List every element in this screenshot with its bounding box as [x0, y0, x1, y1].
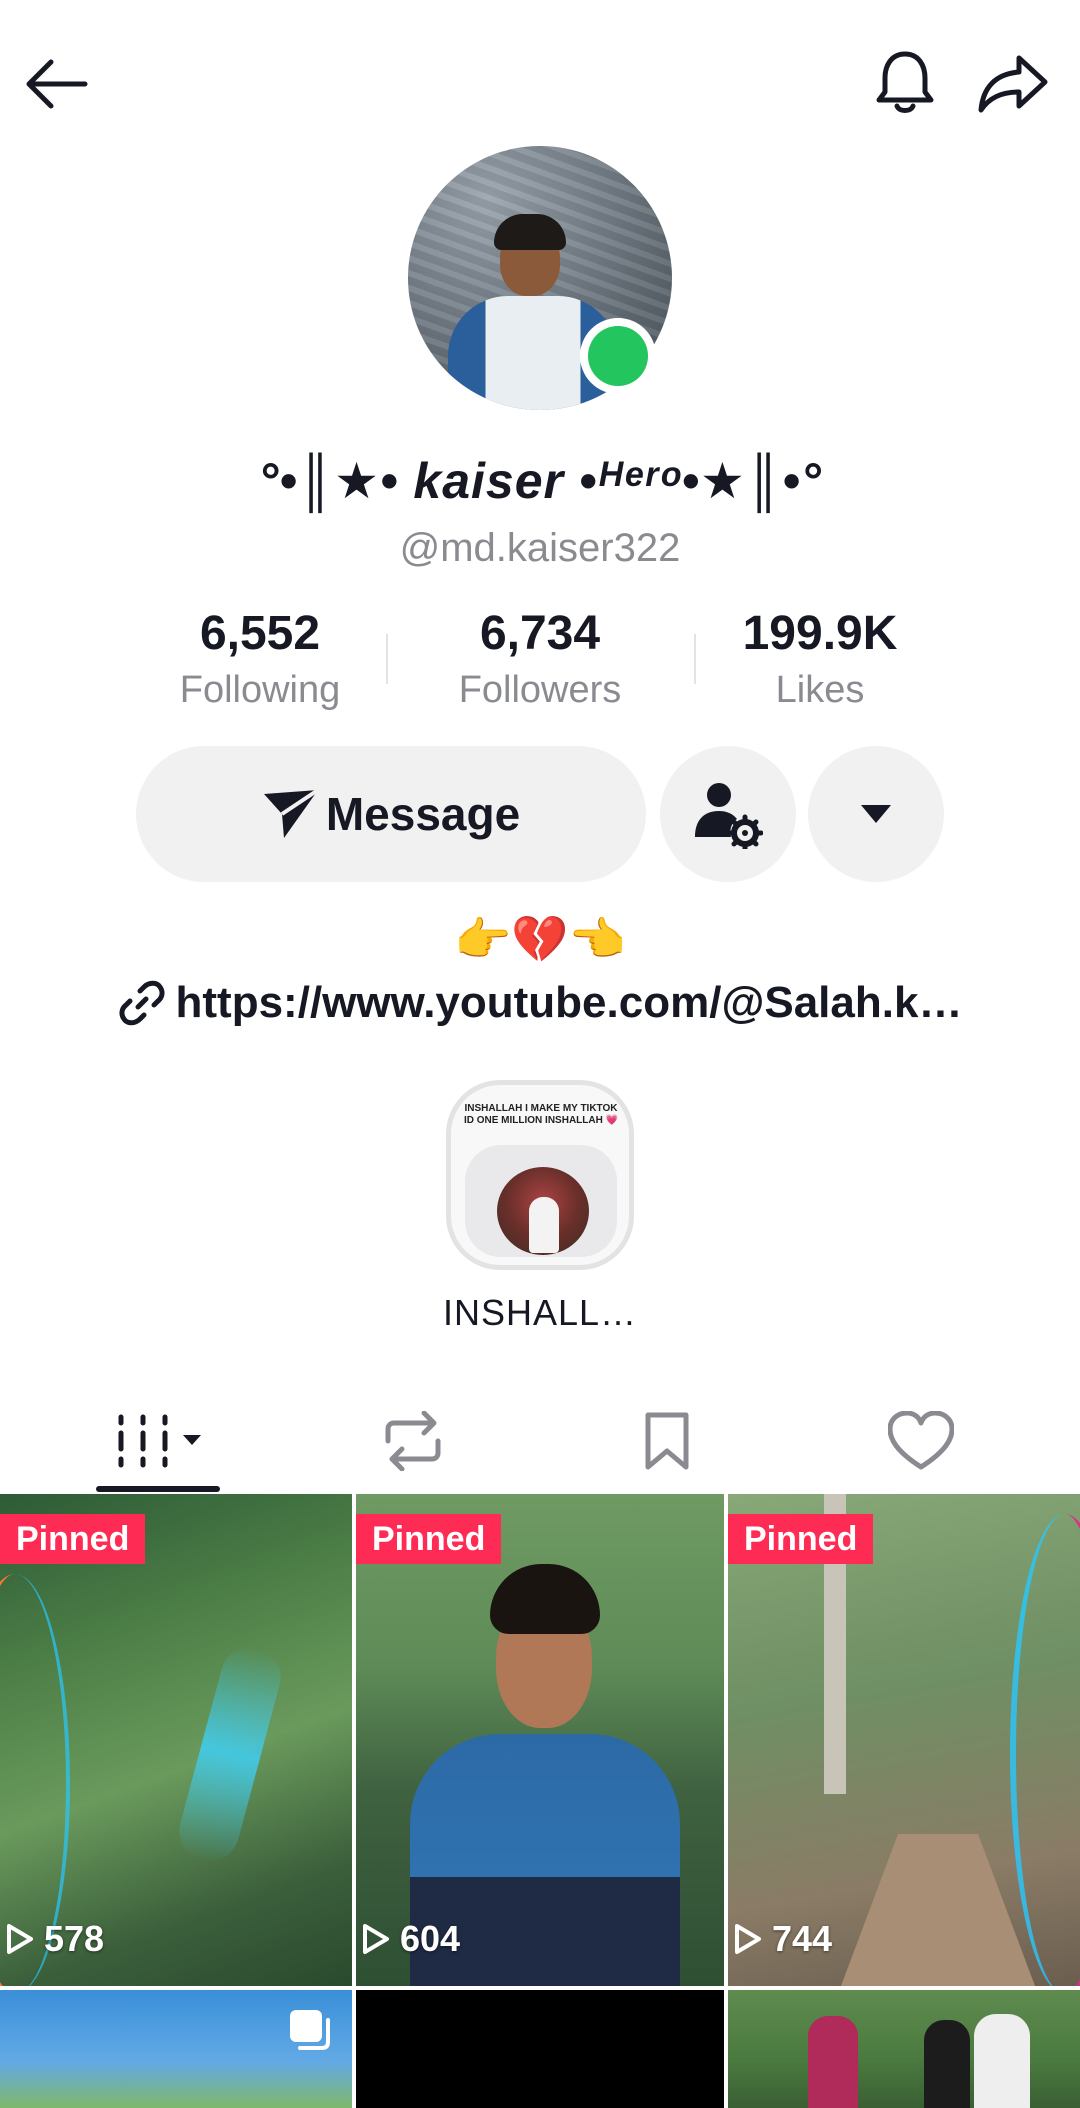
more-options-button[interactable] [808, 746, 944, 882]
arrow-left-icon [26, 59, 88, 109]
video-tile[interactable] [728, 1990, 1080, 2108]
play-icon [363, 1924, 389, 1954]
followers-label: Followers [458, 669, 622, 711]
active-tab-indicator [96, 1486, 220, 1492]
highlight-label: INSHALL… [442, 1292, 638, 1333]
message-button[interactable]: Message [136, 746, 646, 882]
pinned-badge: Pinned [356, 1514, 502, 1564]
video-tile[interactable]: Pinned 578 [0, 1494, 352, 1986]
view-count-value: 604 [400, 1918, 461, 1959]
story-highlight[interactable]: INSHALLAH I MAKE MY TIKTOK ID ONE MILLIO… [446, 1080, 634, 1270]
video-tile[interactable]: Pinned 744 [728, 1494, 1080, 1986]
user-settings-icon [695, 783, 763, 849]
notification-button[interactable] [862, 40, 948, 126]
grid-icon [118, 1414, 201, 1468]
share-arrow-icon [978, 55, 1048, 113]
tab-reposts[interactable] [278, 1386, 548, 1496]
online-status-dot [580, 318, 656, 394]
view-count: 604 [362, 1918, 460, 1960]
avatar[interactable] [408, 146, 672, 410]
bio-link-text: https://www.youtube.com/@Salah.k… [175, 978, 963, 1027]
repost-icon [385, 1411, 441, 1471]
top-bar [0, 0, 1080, 170]
following-label: Following [179, 669, 341, 711]
caret-down-icon [861, 805, 891, 823]
play-icon [7, 1924, 33, 1954]
multi-photo-icon [290, 2010, 330, 2050]
video-tile[interactable]: Pinned 604 [356, 1494, 724, 1986]
view-count: 744 [734, 1918, 832, 1960]
tab-favorites[interactable] [532, 1386, 802, 1496]
stat-followers[interactable]: 6,734 Followers [400, 606, 680, 716]
video-tile[interactable] [356, 1990, 724, 2108]
highlight-thumbnail-text: INSHALLAH I MAKE MY TIKTOK ID ONE MILLIO… [463, 1103, 619, 1126]
message-button-label: Message [325, 788, 521, 840]
profile-stats: 6,552 Following 6,734 Followers 199.9K L… [120, 606, 960, 716]
play-icon [735, 1924, 761, 1954]
username-handle: @md.kaiser322 [399, 526, 681, 570]
stat-following[interactable]: 6,552 Following [120, 606, 400, 716]
profile-tabs [0, 1386, 1080, 1496]
likes-count: 199.9K [742, 607, 898, 660]
pinned-badge: Pinned [728, 1514, 874, 1564]
pinned-badge: Pinned [0, 1514, 146, 1564]
stat-likes[interactable]: 199.9K Likes [680, 606, 960, 716]
followers-count: 6,734 [479, 607, 601, 660]
heart-icon [888, 1411, 954, 1470]
tab-liked[interactable] [786, 1386, 1056, 1496]
view-count-value: 744 [772, 1918, 833, 1959]
following-count: 6,552 [199, 607, 321, 660]
video-tile[interactable] [0, 1990, 352, 2108]
bookmark-icon [645, 1412, 689, 1470]
link-icon [119, 980, 165, 1026]
send-icon [263, 788, 319, 838]
back-button[interactable] [16, 44, 96, 124]
share-button[interactable] [970, 40, 1056, 126]
likes-label: Likes [775, 669, 865, 711]
view-count-value: 578 [44, 1918, 105, 1959]
stat-divider [386, 634, 388, 684]
view-count: 578 [6, 1918, 104, 1960]
follow-settings-button[interactable] [660, 746, 796, 882]
bell-icon [876, 51, 934, 113]
tab-videos[interactable] [24, 1386, 294, 1496]
bio-text: 👉💔👈 [454, 913, 626, 965]
bio-link[interactable]: https://www.youtube.com/@Salah.k… [0, 978, 1080, 1028]
video-grid: Pinned 578 Pinned 604 Pinned 744 [0, 1494, 1080, 2108]
display-name: °•║★• kaiser •ᴴᵉʳᵒ•★║•° [258, 453, 822, 509]
